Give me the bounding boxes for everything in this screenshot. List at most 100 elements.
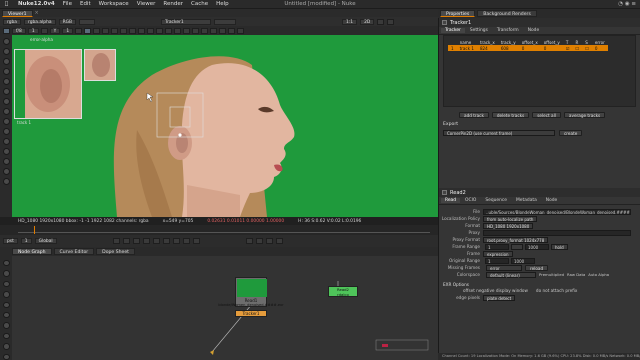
row-name[interactable]: track 1: [456, 45, 477, 51]
subtab-tracker[interactable]: Tracker: [441, 28, 465, 33]
raw-data-checkbox[interactable]: Raw Data: [567, 272, 585, 277]
subtab-read[interactable]: Read: [441, 198, 461, 203]
auto-alpha-checkbox[interactable]: Auto Alpha: [588, 272, 609, 277]
menu-help[interactable]: Help: [216, 1, 229, 7]
select-all-button[interactable]: select all: [532, 112, 561, 118]
input-a-dropdown[interactable]: [79, 18, 96, 25]
ng-tool-8-icon[interactable]: [2, 332, 10, 340]
gain-field[interactable]: 1: [62, 27, 74, 34]
ng-tool-2-icon[interactable]: [2, 270, 10, 277]
tool-merge-icon[interactable]: [2, 118, 10, 125]
localization-dropdown[interactable]: from auto-localize path: [483, 215, 538, 222]
no-prefix-checkbox[interactable]: do not attach prefix: [536, 288, 577, 293]
fps-icon[interactable]: [255, 238, 263, 244]
tool-keyer-icon[interactable]: [2, 108, 10, 115]
tool-icon-2[interactable]: [75, 27, 83, 34]
read2-node[interactable]: Read2 rdalco: [328, 286, 358, 297]
tool-paint-icon[interactable]: [2, 58, 10, 65]
subtab-node[interactable]: Node: [524, 28, 543, 33]
zoom-dropdown[interactable]: 1:1: [342, 18, 358, 25]
timeline-ruler[interactable]: [18, 227, 430, 233]
tab-dope-sheet[interactable]: Dope Sheet: [96, 248, 135, 255]
ng-tool-4-icon[interactable]: [2, 291, 10, 298]
subtab-metadata[interactable]: Metadata: [512, 198, 541, 203]
tool-metadata-icon[interactable]: [2, 148, 10, 155]
tool-icon-1[interactable]: [40, 27, 48, 34]
frame-mode-dropdown[interactable]: expression: [483, 250, 513, 257]
gamma-field[interactable]: f/8: [12, 27, 26, 34]
proxy-dropdown[interactable]: 2D: [360, 18, 375, 25]
app-name[interactable]: Nuke12.0v4: [18, 1, 55, 7]
menu-workspace[interactable]: Workspace: [99, 1, 129, 7]
tool-filter-icon[interactable]: [2, 98, 10, 105]
original-range-end[interactable]: 1000: [511, 257, 535, 264]
tool-ocula-icon[interactable]: [2, 178, 10, 185]
tool-icon-19[interactable]: [228, 27, 236, 34]
colorspace-dropdown[interactable]: default (linear): [486, 271, 536, 278]
loop-icon[interactable]: [245, 238, 253, 244]
row-t-checkbox[interactable]: ☑: [562, 45, 573, 51]
proxy-format-dropdown[interactable]: root.proxy_format 1024x778: [483, 236, 549, 243]
reload-button[interactable]: reload: [525, 264, 549, 271]
missing-frames-dropdown[interactable]: error: [486, 264, 522, 271]
alpha-dropdown[interactable]: rgba.alpha: [24, 18, 56, 25]
ng-tool-1-icon[interactable]: [2, 260, 10, 267]
range-dropdown[interactable]: Global: [34, 238, 57, 244]
ng-tool-7-icon[interactable]: [2, 322, 10, 329]
row-offset-x[interactable]: 0: [518, 45, 541, 51]
file-field[interactable]: ..uble/Sources/BlondeWoman_denoised/Blon…: [483, 208, 631, 215]
ng-tool-5-icon[interactable]: [2, 301, 10, 309]
proxy-field[interactable]: [483, 229, 631, 236]
menu-file[interactable]: File: [63, 1, 72, 7]
tab-background-renders[interactable]: Background Renders: [477, 10, 537, 17]
tool-icon-18[interactable]: [219, 27, 227, 34]
tool-icon-4[interactable]: [93, 27, 101, 34]
format-dropdown[interactable]: HD_1080 1920x1080: [483, 222, 534, 229]
tab-node-graph[interactable]: Node Graph: [12, 248, 52, 255]
input-b-dropdown[interactable]: [214, 18, 237, 25]
create-button[interactable]: create: [559, 130, 583, 136]
prev-frame-icon[interactable]: [132, 238, 140, 244]
tool-icon-13[interactable]: [174, 27, 182, 34]
ng-tool-3-icon[interactable]: [2, 280, 10, 288]
menu-viewer[interactable]: Viewer: [137, 1, 156, 7]
ng-tool-9-icon[interactable]: [2, 343, 10, 350]
premultiplied-checkbox[interactable]: Premultiplied: [539, 272, 564, 277]
row-track-y[interactable]: 608: [497, 45, 519, 51]
next-frame-icon[interactable]: [172, 238, 180, 244]
menu-render[interactable]: Render: [163, 1, 183, 7]
average-tracks-button[interactable]: average tracks: [563, 112, 606, 118]
play-backward-icon[interactable]: [142, 238, 150, 244]
frame-range-end[interactable]: 1000: [525, 243, 549, 250]
rgb-dropdown[interactable]: RGB: [58, 18, 77, 25]
ng-tool-10-icon[interactable]: [2, 353, 10, 360]
add-track-button[interactable]: add track: [459, 112, 489, 118]
subtab-settings[interactable]: Settings: [466, 28, 492, 33]
tool-shape-icon[interactable]: [2, 68, 10, 75]
table-row[interactable]: 1 track 1 824 608 0 0 ☑ ☐ ☐ 0: [448, 45, 608, 51]
col-track-x[interactable]: track_x: [477, 40, 498, 45]
tool-icon-9[interactable]: [138, 27, 146, 34]
lock-icon[interactable]: [377, 18, 385, 25]
frame-range-start[interactable]: 1: [485, 243, 509, 250]
tool-select-icon[interactable]: [2, 38, 10, 45]
tool-furnace-icon[interactable]: [2, 168, 10, 175]
tool-icon-10[interactable]: [147, 27, 155, 34]
delete-tracks-button[interactable]: delete tracks: [491, 112, 530, 118]
tool-icon-6[interactable]: [111, 27, 119, 34]
view-input-dropdown[interactable]: Tracker1: [161, 18, 212, 25]
tool-icon-7[interactable]: [120, 27, 128, 34]
row-track-x[interactable]: 824: [476, 45, 498, 51]
last-frame-icon[interactable]: [192, 238, 200, 244]
tool-transform-icon[interactable]: [2, 48, 10, 55]
exposure-field[interactable]: 1: [27, 27, 39, 34]
tool-icon-17[interactable]: [210, 27, 218, 34]
col-offset-x[interactable]: offset_x: [519, 40, 541, 45]
tool-icon-11[interactable]: [156, 27, 164, 34]
menu-cache[interactable]: Cache: [191, 1, 208, 7]
roi-icon[interactable]: [387, 18, 395, 25]
tab-curve-editor[interactable]: Curve Editor: [53, 248, 95, 255]
channels-dropdown[interactable]: rgba: [3, 18, 21, 25]
node-color-icon[interactable]: [442, 20, 447, 25]
subtab-read-node[interactable]: Node: [542, 198, 561, 203]
